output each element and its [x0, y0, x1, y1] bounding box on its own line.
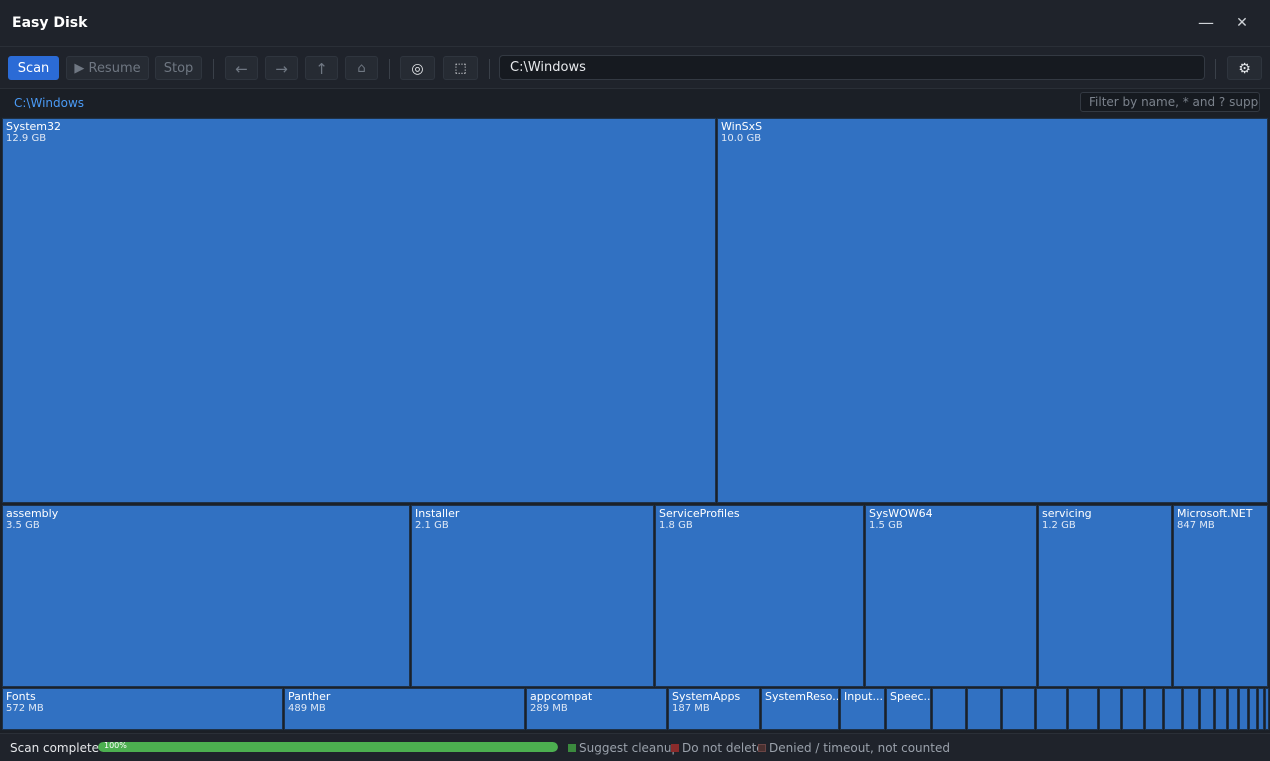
- toolbar-separator: [389, 59, 390, 79]
- tile-name: appcompat: [530, 690, 593, 703]
- legend-suggest-cleanup: Suggest cleanup: [568, 741, 679, 755]
- tile-name: ServiceProfiles: [659, 507, 740, 520]
- up-icon[interactable]: ↑: [305, 56, 338, 80]
- close-button[interactable]: ✕: [1230, 12, 1254, 34]
- treemap-tile[interactable]: [1068, 688, 1098, 730]
- treemap-tile[interactable]: assembly 3.5 GB: [2, 505, 410, 687]
- treemap-tile[interactable]: [1239, 688, 1248, 730]
- treemap-tile[interactable]: SystemApps 187 MB: [668, 688, 760, 730]
- tile-size: 10.0 GB: [721, 133, 762, 144]
- tile-name: SystemApps: [672, 690, 741, 703]
- legend-label: Suggest cleanup: [579, 741, 680, 755]
- legend-swatch: [671, 744, 679, 752]
- treemap-tile[interactable]: [1145, 688, 1163, 730]
- toolbar-separator: [489, 59, 490, 79]
- treemap-tile[interactable]: SysWOW64 1.5 GB: [865, 505, 1037, 687]
- tile-name: WinSxS: [721, 120, 763, 133]
- treemap-tile[interactable]: Installer 2.1 GB: [411, 505, 654, 687]
- stop-button[interactable]: Stop: [155, 56, 202, 80]
- tile-size: 1.5 GB: [869, 520, 903, 531]
- tile-size: 489 MB: [288, 703, 326, 714]
- progress-label: 100%: [104, 742, 127, 750]
- minimize-button[interactable]: —: [1194, 12, 1218, 34]
- tile-size: 1.2 GB: [1042, 520, 1076, 531]
- treemap-tile[interactable]: [1183, 688, 1199, 730]
- treemap-tile[interactable]: [967, 688, 1001, 730]
- tile-name: assembly: [6, 507, 59, 520]
- app-title: Easy Disk: [12, 15, 88, 31]
- treemap-tile[interactable]: [1258, 688, 1264, 730]
- tile-name: Speec...: [890, 690, 931, 703]
- treemap-tile[interactable]: System32 12.9 GB: [2, 118, 716, 503]
- tile-name: servicing: [1042, 507, 1092, 520]
- tile-name: Microsoft.NET: [1177, 507, 1253, 520]
- legend-do-not-delete: Do not delete: [671, 741, 764, 755]
- title-bar: Easy Disk — ✕: [0, 0, 1270, 47]
- progress-bar: 100%: [98, 742, 558, 752]
- back-icon[interactable]: ←: [225, 56, 258, 80]
- scan-button[interactable]: Scan: [8, 56, 59, 80]
- legend-denied-timeout: Denied / timeout, not counted: [758, 741, 950, 755]
- legend-label: Do not delete: [682, 741, 764, 755]
- treemap-tile[interactable]: [1228, 688, 1238, 730]
- tile-name: SystemReso...: [765, 690, 839, 703]
- treemap-tile[interactable]: ServiceProfiles 1.8 GB: [655, 505, 864, 687]
- treemap-tile[interactable]: [1122, 688, 1144, 730]
- treemap-tile[interactable]: [1036, 688, 1067, 730]
- legend-swatch: [568, 744, 576, 752]
- tile-size: 12.9 GB: [6, 133, 47, 144]
- treemap-tile[interactable]: [1002, 688, 1035, 730]
- tile-name: Installer: [415, 507, 460, 520]
- status-text: Scan complete: [10, 741, 100, 755]
- filter-input[interactable]: Filter by name, * and ? suppor: [1080, 92, 1260, 112]
- tile-size: 2.1 GB: [415, 520, 449, 531]
- tile-name: Fonts: [6, 690, 36, 703]
- resume-button[interactable]: ▶ Resume: [66, 56, 149, 80]
- legend-swatch: [758, 744, 766, 752]
- tile-size: 572 MB: [6, 703, 44, 714]
- treemap-tile[interactable]: Panther 489 MB: [284, 688, 525, 730]
- tile-size: 847 MB: [1177, 520, 1215, 531]
- tile-size: 3.5 GB: [6, 520, 40, 531]
- home-icon[interactable]: ⌂: [345, 56, 378, 80]
- settings-gear-icon[interactable]: ⚙: [1227, 56, 1262, 80]
- forward-icon[interactable]: →: [265, 56, 298, 80]
- tile-size: 187 MB: [672, 703, 710, 714]
- treemap-tile[interactable]: [1164, 688, 1182, 730]
- toolbar: Scan ▶ Resume Stop ← → ↑ ⌂ ◎ ⬚ C:\Window…: [0, 47, 1270, 89]
- tile-size: 1.8 GB: [659, 520, 693, 531]
- tile-name: Panther: [288, 690, 331, 703]
- treemap-tile[interactable]: SystemReso...: [761, 688, 839, 730]
- legend-label: Denied / timeout, not counted: [769, 741, 950, 755]
- treemap-tile[interactable]: [1200, 688, 1214, 730]
- progress-fill: [98, 742, 558, 752]
- toolbar-separator: [213, 59, 214, 79]
- breadcrumb-bar: C:\Windows Filter by name, * and ? suppo…: [0, 89, 1270, 117]
- treemap-tile[interactable]: WinSxS 10.0 GB: [717, 118, 1268, 503]
- treemap-tile[interactable]: Speec...: [886, 688, 931, 730]
- treemap-tile[interactable]: appcompat 289 MB: [526, 688, 667, 730]
- select-region-icon[interactable]: ⬚: [443, 56, 478, 80]
- status-bar: Scan complete 100% Suggest cleanup Do no…: [0, 733, 1270, 761]
- target-icon[interactable]: ◎: [400, 56, 435, 80]
- breadcrumb[interactable]: C:\Windows: [14, 96, 84, 110]
- treemap-tile[interactable]: [932, 688, 966, 730]
- tile-name: SysWOW64: [869, 507, 933, 520]
- treemap: System32 12.9 GB WinSxS 10.0 GB assembly 3.…: [0, 117, 1270, 731]
- treemap-tile[interactable]: [1265, 688, 1269, 730]
- treemap-tile[interactable]: [1215, 688, 1227, 730]
- path-input[interactable]: C:\Windows: [499, 55, 1205, 80]
- treemap-tile[interactable]: servicing 1.2 GB: [1038, 505, 1172, 687]
- tile-size: 289 MB: [530, 703, 568, 714]
- tile-name: Input...: [844, 690, 883, 703]
- treemap-tile[interactable]: Microsoft.NET 847 MB: [1173, 505, 1268, 687]
- toolbar-separator: [1215, 59, 1216, 79]
- treemap-tile[interactable]: [1099, 688, 1121, 730]
- treemap-tile[interactable]: [1249, 688, 1257, 730]
- tile-name: System32: [6, 120, 62, 133]
- treemap-tile[interactable]: Input...: [840, 688, 885, 730]
- treemap-tile[interactable]: Fonts 572 MB: [2, 688, 283, 730]
